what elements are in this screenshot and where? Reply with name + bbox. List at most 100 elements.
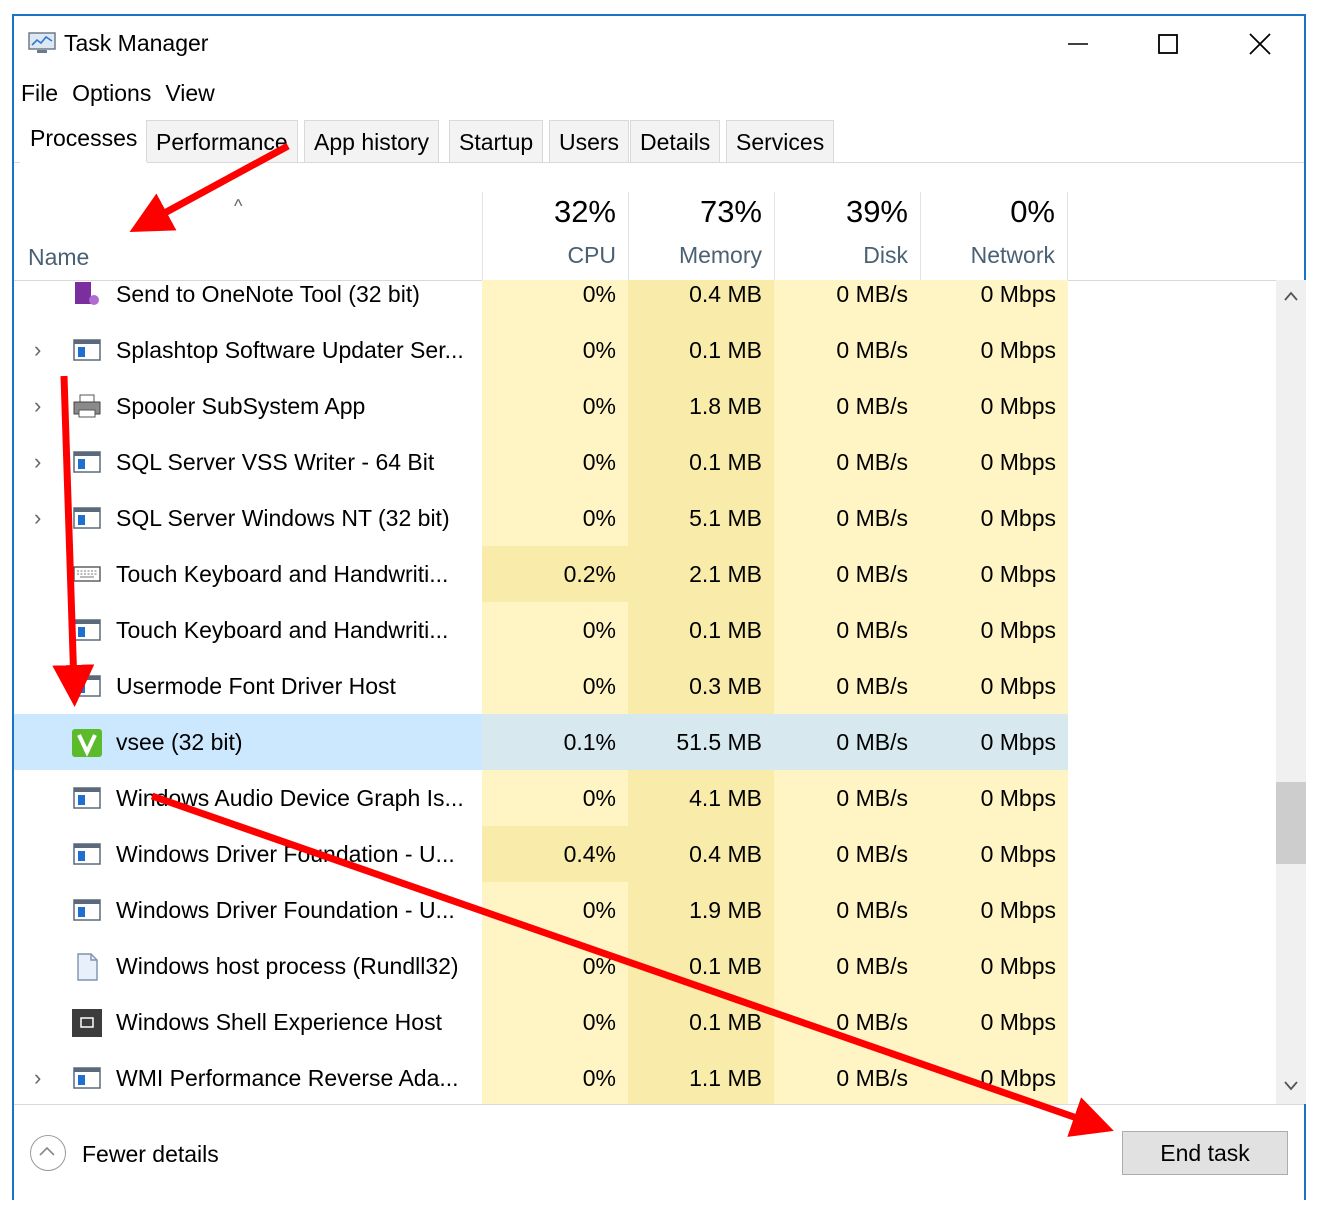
cpu-value: 0%: [582, 449, 616, 475]
service-window-icon: [72, 784, 102, 812]
process-row[interactable]: Send to OneNote Tool (32 bit) 0% 0.4 MB 0 M…: [14, 280, 1068, 322]
process-row[interactable]: Usermode Font Driver Host 0% 0.3 MB 0 MB/s 0…: [14, 658, 1068, 714]
scroll-up-icon[interactable]: [1283, 290, 1299, 302]
disk-value: 0 MB/s: [836, 673, 908, 699]
expand-chevron-icon[interactable]: ›: [34, 490, 41, 546]
maximize-button[interactable]: [1122, 16, 1214, 72]
column-memory-header[interactable]: 73% Memory: [628, 192, 774, 280]
process-row[interactable]: Windows Shell Experience Host 0% 0.1 MB 0 M…: [14, 994, 1068, 1050]
tab-services[interactable]: Services: [726, 120, 835, 162]
process-name: Windows Audio Device Graph Is...: [116, 785, 464, 811]
minimize-button[interactable]: [1032, 16, 1124, 72]
cpu-value: 0.2%: [482, 546, 628, 602]
process-list: Send to OneNote Tool (32 bit) 0% 0.4 MB 0 M…: [14, 280, 1276, 1104]
printer-icon: [72, 392, 102, 420]
vsee-icon: [72, 728, 102, 757]
memory-value: 5.1 MB: [689, 505, 762, 531]
disk-value: 0 MB/s: [836, 449, 908, 475]
expand-chevron-icon[interactable]: ›: [34, 434, 41, 490]
close-button[interactable]: [1214, 16, 1306, 72]
network-value: 0 Mbps: [980, 953, 1056, 979]
window-title: Task Manager: [64, 30, 209, 56]
process-row[interactable]: › Spooler SubSystem App 0% 1.8 MB 0 MB/s 0 Mb…: [14, 378, 1068, 434]
network-total: 0%: [1010, 194, 1055, 229]
disk-value: 0 MB/s: [836, 281, 908, 307]
network-value: 0 Mbps: [980, 1009, 1056, 1035]
process-row[interactable]: vsee (32 bit) 0.1% 51.5 MB 0 MB/s 0 Mbps: [14, 714, 1068, 770]
title-bar[interactable]: Task Manager: [14, 16, 1304, 72]
process-row[interactable]: › WMI Performance Reverse Ada... 0% 1.1 MB 0…: [14, 1050, 1068, 1104]
tab-app-history[interactable]: App history: [304, 120, 440, 162]
menu-view[interactable]: View: [158, 76, 221, 110]
column-cpu-header[interactable]: 32% CPU: [482, 192, 628, 280]
expand-chevron-icon[interactable]: ›: [34, 1050, 41, 1104]
process-row[interactable]: › SQL Server VSS Writer - 64 Bit 0% 0.1 MB 0…: [14, 434, 1068, 490]
maximize-icon: [1158, 34, 1178, 54]
memory-value: 0.4 MB: [689, 281, 762, 307]
memory-value: 4.1 MB: [689, 785, 762, 811]
network-label: Network: [970, 242, 1055, 268]
close-icon: [1249, 33, 1271, 55]
process-name: Touch Keyboard and Handwriti...: [116, 561, 449, 587]
cpu-value: 0%: [582, 505, 616, 531]
memory-value: 0.1 MB: [689, 953, 762, 979]
process-row[interactable]: Touch Keyboard and Handwriti... 0.2% 2.1 M…: [14, 546, 1068, 602]
fewer-details-link[interactable]: Fewer details: [82, 1141, 219, 1168]
memory-value: 1.9 MB: [689, 897, 762, 923]
cpu-value: 0%: [582, 337, 616, 363]
tab-performance[interactable]: Performance: [146, 120, 298, 162]
expand-chevron-icon[interactable]: ›: [34, 322, 41, 378]
menu-file[interactable]: File: [14, 76, 65, 110]
tab-details[interactable]: Details: [630, 120, 721, 162]
cpu-value: 0%: [582, 1065, 616, 1091]
column-network-header[interactable]: 0% Network: [920, 192, 1068, 280]
disk-value: 0 MB/s: [836, 841, 908, 867]
process-row[interactable]: Touch Keyboard and Handwriti... 0% 0.1 MB 0…: [14, 602, 1068, 658]
process-row[interactable]: Windows Driver Foundation - U... 0.4% 0.4 …: [14, 826, 1068, 882]
process-name: vsee (32 bit): [116, 729, 243, 755]
service-window-icon: [72, 672, 102, 700]
vertical-scrollbar[interactable]: [1276, 280, 1306, 1104]
expand-chevron-icon[interactable]: ›: [34, 378, 41, 434]
process-name: Usermode Font Driver Host: [116, 673, 396, 699]
memory-value: 0.1 MB: [689, 617, 762, 643]
column-disk-header[interactable]: 39% Disk: [774, 192, 920, 280]
process-row[interactable]: Windows host process (Rundll32) 0% 0.1 MB 0…: [14, 938, 1068, 994]
disk-value: 0 MB/s: [836, 1009, 908, 1035]
memory-value: 0.3 MB: [689, 673, 762, 699]
service-window-icon: [72, 616, 102, 644]
tab-processes[interactable]: Processes: [20, 116, 148, 163]
end-task-button[interactable]: End task: [1122, 1131, 1288, 1175]
fewer-details-icon[interactable]: [30, 1135, 66, 1171]
column-name-header[interactable]: Name: [28, 244, 89, 271]
disk-value: 0 MB/s: [836, 953, 908, 979]
menu-options[interactable]: Options: [65, 76, 158, 110]
scrollbar-thumb[interactable]: [1276, 782, 1306, 864]
cpu-total: 32%: [553, 194, 616, 229]
memory-value: 0.4 MB: [689, 841, 762, 867]
scroll-down-icon[interactable]: [1283, 1080, 1299, 1092]
network-value: 0 Mbps: [980, 449, 1056, 475]
network-value: 0 Mbps: [980, 1065, 1056, 1091]
task-manager-app-icon: [28, 32, 56, 53]
disk-value: 0 MB/s: [836, 393, 908, 419]
disk-value: 0 MB/s: [836, 1065, 908, 1091]
tab-startup[interactable]: Startup: [449, 120, 544, 162]
process-row[interactable]: Windows Audio Device Graph Is... 0% 4.1 MB…: [14, 770, 1068, 826]
network-value: 0 Mbps: [980, 281, 1056, 307]
network-value: 0 Mbps: [980, 785, 1056, 811]
tab-strip: Processes Performance App history Startu…: [14, 116, 1304, 163]
column-header: ^ Name 32% CPU 73% Memory 39% Disk 0% Ne…: [14, 192, 1276, 281]
memory-value: 0.1 MB: [689, 337, 762, 363]
network-value: 0 Mbps: [980, 505, 1056, 531]
network-value: 0 Mbps: [980, 393, 1056, 419]
process-name: SQL Server Windows NT (32 bit): [116, 505, 450, 531]
disk-value: 0 MB/s: [774, 714, 920, 770]
disk-value: 0 MB/s: [836, 505, 908, 531]
process-row[interactable]: Windows Driver Foundation - U... 0% 1.9 MB…: [14, 882, 1068, 938]
cpu-value: 0%: [582, 393, 616, 419]
process-row[interactable]: › SQL Server Windows NT (32 bit) 0% 5.1 MB 0…: [14, 490, 1068, 546]
onenote-icon: [72, 280, 102, 308]
tab-users[interactable]: Users: [549, 120, 630, 162]
process-row[interactable]: › Splashtop Software Updater Ser... 0% 0.1 …: [14, 322, 1068, 378]
